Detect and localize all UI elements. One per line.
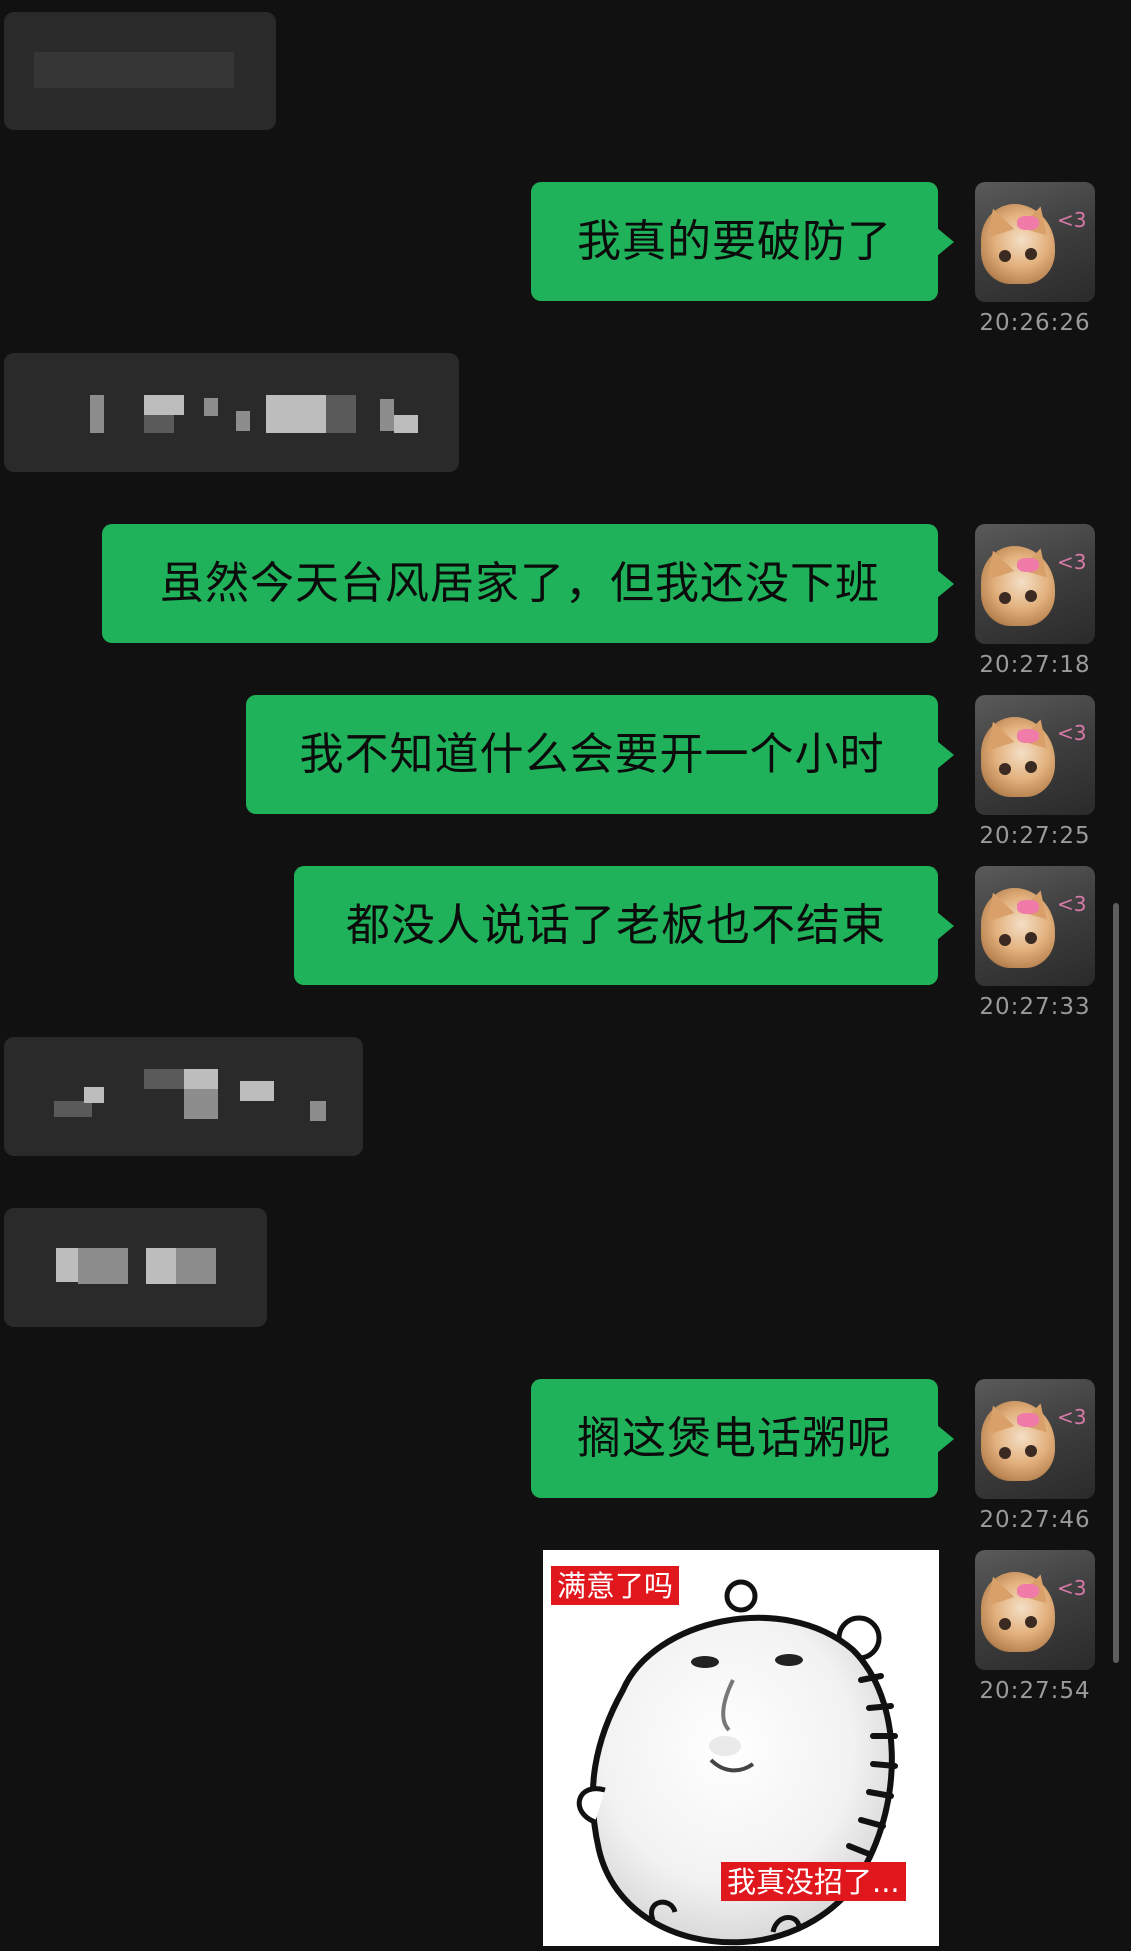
kitten-avatar-icon: [979, 202, 1055, 284]
heart-doodle-icon: <3: [1057, 1405, 1087, 1429]
sticker-top-caption: 满意了吗: [551, 1566, 680, 1605]
message-timestamp: 20:27:25: [979, 823, 1091, 849]
chat-scrollbar[interactable]: [1113, 903, 1119, 1663]
pixelated-text: [54, 1101, 92, 1117]
pixelated-text: [90, 395, 104, 433]
message-text: 我不知道什么会要开一个小时: [299, 728, 885, 780]
kitten-avatar-icon: [979, 544, 1055, 626]
pink-bow-icon: [1017, 216, 1039, 230]
heart-doodle-icon: <3: [1057, 721, 1087, 745]
heart-doodle-icon: <3: [1057, 892, 1087, 916]
incoming-message-bubble[interactable]: [4, 1208, 267, 1327]
pink-bow-icon: [1017, 1413, 1039, 1427]
heart-doodle-icon: <3: [1057, 1576, 1087, 1600]
pink-bow-icon: [1017, 900, 1039, 914]
heart-doodle-icon: <3: [1057, 208, 1087, 232]
incoming-message-bubble[interactable]: [4, 353, 459, 472]
pink-bow-icon: [1017, 729, 1039, 743]
user-avatar[interactable]: <3: [975, 524, 1095, 644]
pixelated-text: [34, 52, 234, 88]
message-text: 都没人说话了老板也不结束: [346, 899, 886, 951]
message-timestamp: 20:27:46: [979, 1507, 1091, 1533]
kitten-avatar-icon: [979, 1570, 1055, 1652]
message-timestamp: 20:26:26: [979, 310, 1091, 336]
sticker-bottom-caption: 我真没招了...: [721, 1862, 906, 1901]
kitten-avatar-icon: [979, 1399, 1055, 1481]
pixelated-text: [56, 1248, 78, 1282]
message-text: 我真的要破防了: [577, 215, 892, 267]
chat-message-list[interactable]: 我真的要破防了 <3 20:26:26 虽然今天台风居家了，但我还没下班 <3 …: [0, 0, 1131, 1951]
outgoing-message-bubble[interactable]: 搁这煲电话粥呢: [531, 1379, 954, 1498]
message-text: 虽然今天台风居家了，但我还没下班: [160, 557, 880, 609]
user-avatar[interactable]: <3: [975, 866, 1095, 986]
outgoing-message-bubble[interactable]: 我不知道什么会要开一个小时: [246, 695, 954, 814]
outgoing-message-bubble[interactable]: 我真的要破防了: [531, 182, 954, 301]
pink-bow-icon: [1017, 558, 1039, 572]
heart-doodle-icon: <3: [1057, 550, 1087, 574]
user-avatar[interactable]: <3: [975, 1550, 1095, 1670]
message-timestamp: 20:27:33: [979, 994, 1091, 1020]
message-timestamp: 20:27:54: [979, 1678, 1091, 1704]
outgoing-message-bubble[interactable]: 虽然今天台风居家了，但我还没下班: [102, 524, 954, 643]
message-timestamp: 20:27:18: [979, 652, 1091, 678]
user-avatar[interactable]: <3: [975, 182, 1095, 302]
incoming-message-bubble[interactable]: [4, 12, 276, 130]
outgoing-message-bubble[interactable]: 都没人说话了老板也不结束: [294, 866, 954, 985]
pink-bow-icon: [1017, 1584, 1039, 1598]
kitten-avatar-icon: [979, 886, 1055, 968]
kitten-avatar-icon: [979, 715, 1055, 797]
user-avatar[interactable]: <3: [975, 695, 1095, 815]
user-avatar[interactable]: <3: [975, 1379, 1095, 1499]
sticker-message[interactable]: 满意了吗 我真没招了...: [543, 1550, 939, 1946]
message-text: 搁这煲电话粥呢: [577, 1412, 892, 1464]
incoming-message-bubble[interactable]: [4, 1037, 363, 1156]
